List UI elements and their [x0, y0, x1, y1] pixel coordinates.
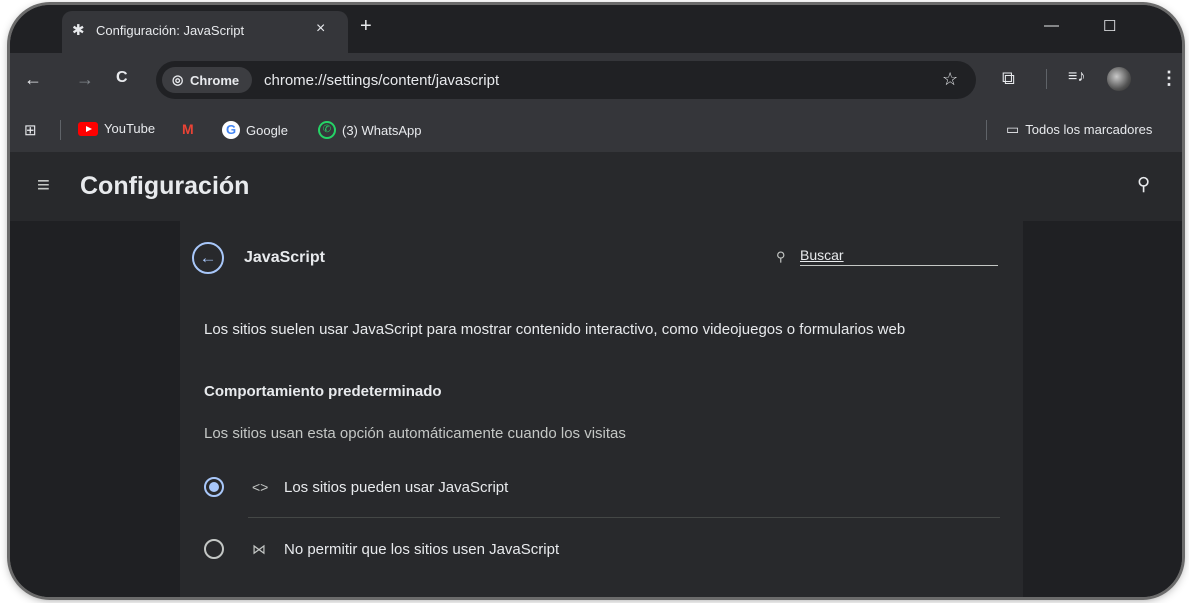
tab-settings-javascript[interactable]: ✱ Configuración: JavaScript ×: [62, 11, 348, 53]
divider: [248, 517, 1000, 518]
option-label: No permitir que los sitios usen JavaScri…: [284, 540, 560, 558]
search-icon[interactable]: ⚲: [1137, 174, 1150, 195]
option-block-javascript[interactable]: ⋈ No permitir que los sitios usen JavaSc…: [204, 539, 559, 559]
settings-content: ← JavaScript ⚲ Los sitios suelen usar Ja…: [10, 221, 1182, 597]
description: Los sitios suelen usar JavaScript para m…: [204, 321, 906, 338]
bookmark-star-icon[interactable]: ☆: [942, 69, 958, 90]
radio-block[interactable]: [204, 539, 224, 559]
chrome-icon: ◎: [172, 72, 184, 87]
reload-button[interactable]: C: [116, 69, 128, 87]
code-icon: <>: [252, 479, 269, 495]
bookmarks-divider: [60, 120, 61, 140]
maximize-button[interactable]: ☐: [1103, 17, 1116, 35]
page-title: Configuración: [80, 172, 250, 200]
forward-button[interactable]: →: [76, 69, 94, 90]
tab-strip: ✱ Configuración: JavaScript × + — ☐: [10, 5, 1182, 53]
toolbar: ← → C ◎ Chrome chrome://settings/content…: [10, 53, 1182, 108]
radio-allow[interactable]: [204, 477, 224, 497]
chip-label: Chrome: [190, 73, 240, 88]
search-icon: ⚲: [776, 249, 786, 264]
option-label: Los sitios pueden usar JavaScript: [284, 478, 509, 496]
menu-icon[interactable]: ≡: [37, 172, 50, 198]
google-icon: G: [222, 121, 240, 139]
default-behavior-subtitle: Los sitios usan esta opción automáticame…: [204, 425, 626, 442]
code-off-icon: ⋈: [252, 540, 266, 557]
apps-grid-icon[interactable]: ⊞: [24, 121, 37, 139]
bookmark-label: (3) WhatsApp: [342, 122, 422, 138]
search-input[interactable]: [800, 245, 998, 266]
back-arrow-button[interactable]: ←: [192, 242, 224, 274]
bookmark-label: Google: [246, 122, 288, 138]
youtube-icon: [78, 121, 98, 136]
bookmark-label: YouTube: [104, 121, 156, 136]
site-chip[interactable]: ◎ Chrome: [162, 67, 252, 93]
browser-window: ✱ Configuración: JavaScript × + — ☐ ← → …: [10, 5, 1182, 597]
gear-icon: ✱: [72, 22, 85, 39]
menu-dots-icon[interactable]: ⋮: [1160, 68, 1178, 89]
all-bookmarks-label: Todos los marcadores: [1025, 122, 1153, 137]
media-control-icon[interactable]: ≡♪: [1068, 68, 1085, 86]
minimize-button[interactable]: —: [1044, 17, 1059, 34]
settings-card: ← JavaScript ⚲ Los sitios suelen usar Ja…: [180, 221, 1023, 597]
bookmark-gmail[interactable]: M: [182, 121, 194, 137]
whatsapp-icon: ✆: [318, 121, 336, 139]
section-title: JavaScript: [244, 249, 325, 266]
default-behavior-heading: Comportamiento predeterminado: [204, 383, 442, 400]
address-bar[interactable]: ◎ Chrome chrome://settings/content/javas…: [156, 61, 976, 99]
bookmarks-divider: [986, 120, 987, 140]
folder-icon: ▭: [1006, 121, 1020, 137]
back-button[interactable]: ←: [24, 69, 42, 90]
toolbar-divider: [1046, 69, 1047, 89]
bookmark-youtube[interactable]: YouTube: [78, 121, 155, 136]
option-allow-javascript[interactable]: <> Los sitios pueden usar JavaScript: [204, 477, 508, 497]
new-tab-button[interactable]: +: [360, 15, 372, 38]
extensions-icon[interactable]: ⧉: [1002, 68, 1015, 89]
avatar[interactable]: [1107, 67, 1131, 91]
all-bookmarks-folder[interactable]: ▭ Todos los marcadores: [1006, 121, 1152, 138]
tab-title: Configuración: JavaScript: [96, 23, 245, 38]
url-text[interactable]: chrome://settings/content/javascript: [264, 72, 499, 89]
bookmark-google[interactable]: G Google: [222, 121, 288, 139]
tab-close-button[interactable]: ×: [316, 20, 325, 38]
bookmarks-bar: ⊞ YouTube M G Google ✆ (3) WhatsApp ▭ To…: [10, 108, 1182, 152]
settings-header: ≡ Configuración ⚲: [10, 152, 1182, 221]
gmail-icon: M: [182, 121, 194, 137]
bookmark-whatsapp[interactable]: ✆ (3) WhatsApp: [318, 121, 421, 139]
